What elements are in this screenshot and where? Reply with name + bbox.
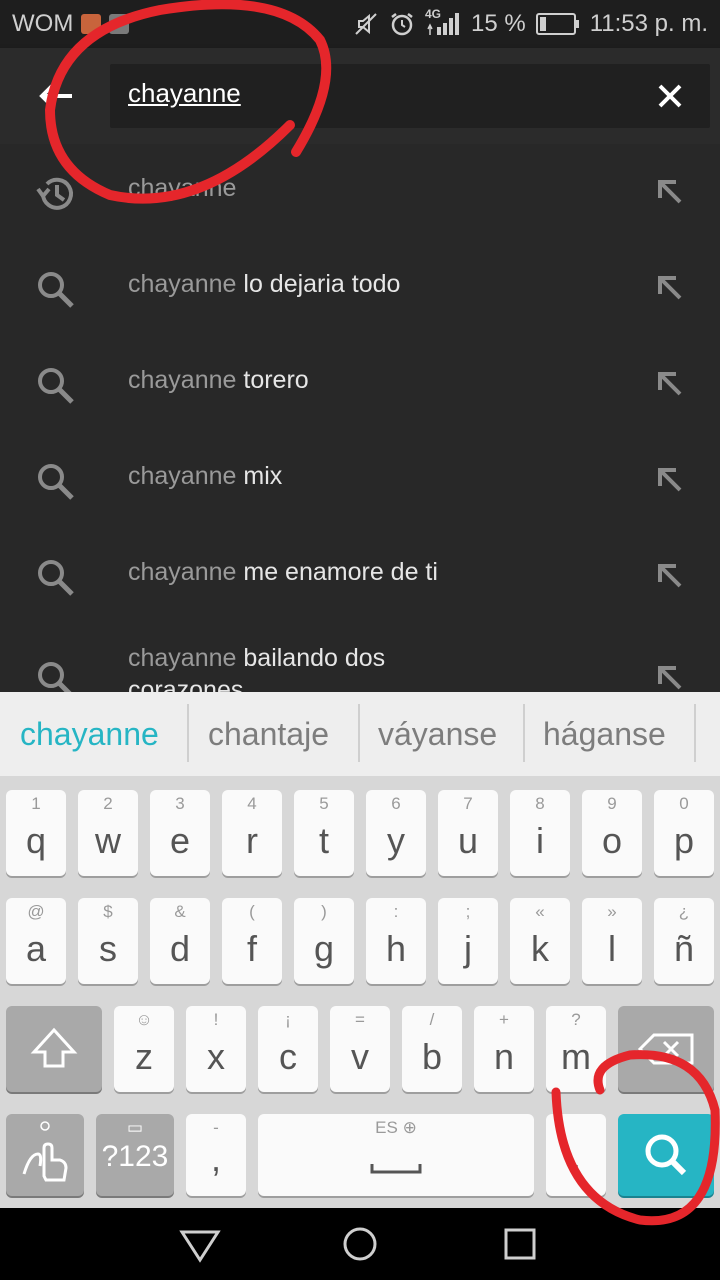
fill-query-arrow-icon[interactable] bbox=[656, 562, 684, 590]
suggestion-text: chayanne bailando dos bbox=[128, 644, 386, 672]
history-icon bbox=[36, 177, 73, 210]
clipboard-icon: ▭ bbox=[126, 1118, 144, 1137]
suggestion-text: chayanne me enamore de ti bbox=[128, 558, 438, 586]
suggestion-item[interactable]: chayanne bbox=[0, 144, 720, 240]
suggestion-text: chayanne mix bbox=[128, 462, 283, 490]
space-bar-icon bbox=[370, 1164, 422, 1174]
back-arrow-icon[interactable] bbox=[30, 70, 82, 122]
key-c[interactable]: ¡ c bbox=[258, 1006, 318, 1092]
word-suggestion[interactable]: chayanne bbox=[20, 716, 159, 753]
key-p[interactable]: 0p bbox=[654, 790, 714, 876]
key-a[interactable]: @ a bbox=[6, 898, 66, 984]
key-o[interactable]: 9o bbox=[582, 790, 642, 876]
search-input[interactable]: chayanne bbox=[128, 78, 241, 109]
notification-image-icon bbox=[109, 14, 130, 34]
fill-query-arrow-icon[interactable] bbox=[656, 274, 684, 302]
alarm-icon bbox=[391, 13, 413, 36]
search-action-key[interactable] bbox=[618, 1114, 714, 1196]
battery-percent: 15 % bbox=[471, 10, 526, 37]
back-nav-icon[interactable] bbox=[176, 1224, 224, 1264]
clock: 11:53 p. m. bbox=[589, 10, 708, 37]
fill-query-arrow-icon[interactable] bbox=[656, 466, 684, 494]
suggestion-text-line2: corazones bbox=[128, 676, 244, 692]
key-n[interactable]: + n bbox=[474, 1006, 534, 1092]
key-b[interactable]: / b bbox=[402, 1006, 462, 1092]
key-k[interactable]: «k bbox=[510, 898, 570, 984]
key-y[interactable]: 6y bbox=[366, 790, 426, 876]
key-u[interactable]: 7u bbox=[438, 790, 498, 876]
carrier-label: WOM bbox=[12, 10, 74, 37]
silent-mode-icon bbox=[355, 13, 377, 35]
suggestion-item[interactable]: chayanne torero bbox=[0, 336, 720, 432]
key-m[interactable]: ? m bbox=[546, 1006, 606, 1092]
search-icon bbox=[38, 662, 72, 692]
key-z[interactable]: ☺ z bbox=[114, 1006, 174, 1092]
key-s[interactable]: $ s bbox=[78, 898, 138, 984]
key-h[interactable]: :h bbox=[366, 898, 426, 984]
key-comma[interactable]: -, bbox=[186, 1114, 246, 1196]
suggestion-item[interactable]: chayanne bailando dos corazones bbox=[0, 624, 720, 692]
symbols-key[interactable]: ▭ ?123 bbox=[96, 1114, 174, 1196]
suggestion-text: chayanne bbox=[128, 174, 237, 202]
suggestion-text: chayanne torero bbox=[128, 366, 309, 394]
suggestion-text: chayanne lo dejaria todo bbox=[128, 270, 401, 298]
search-icon bbox=[38, 368, 74, 404]
keyboard: 1q 2w 3e 4r 5t 6y 7u 8i 9o 0p @ a $ s & d (… bbox=[0, 776, 720, 1208]
navigation-bar bbox=[0, 1208, 720, 1280]
key-g[interactable]: ) g bbox=[294, 898, 354, 984]
key-r[interactable]: 4r bbox=[222, 790, 282, 876]
key-q[interactable]: 1q bbox=[6, 790, 66, 876]
search-icon bbox=[645, 1134, 687, 1176]
key-x[interactable]: ! x bbox=[186, 1006, 246, 1092]
key-v[interactable]: = v bbox=[330, 1006, 390, 1092]
settings-gesture-key[interactable] bbox=[6, 1114, 84, 1196]
fill-query-arrow-icon[interactable] bbox=[656, 370, 684, 398]
key-period[interactable]: . bbox=[546, 1114, 606, 1196]
search-icon bbox=[38, 272, 74, 308]
word-suggestion[interactable]: háganse bbox=[543, 716, 666, 753]
key-j[interactable]: ; j bbox=[438, 898, 498, 984]
word-suggestion[interactable]: váyanse bbox=[378, 716, 497, 753]
key-d[interactable]: & d bbox=[150, 898, 210, 984]
battery-icon bbox=[535, 13, 579, 35]
search-icon bbox=[38, 464, 74, 500]
word-suggestion-bar: chayanne chantaje váyanse háganse bbox=[0, 692, 720, 776]
key-n-tilde[interactable]: ¿ ñ bbox=[654, 898, 714, 984]
status-bar: WOM 4G 15 % 11:53 p. m. bbox=[0, 0, 720, 48]
clear-search-icon[interactable] bbox=[654, 80, 686, 112]
divider bbox=[187, 704, 189, 762]
shift-icon bbox=[30, 1027, 78, 1068]
key-f[interactable]: (f bbox=[222, 898, 282, 984]
suggestion-item[interactable]: chayanne lo dejaria todo bbox=[0, 240, 720, 336]
suggestion-item[interactable]: chayanne mix bbox=[0, 432, 720, 528]
key-t[interactable]: 5t bbox=[294, 790, 354, 876]
network-signal-icon: 4G bbox=[425, 7, 461, 37]
key-e[interactable]: 3e bbox=[150, 790, 210, 876]
gesture-hand-icon bbox=[22, 1121, 68, 1182]
recents-nav-icon[interactable] bbox=[500, 1224, 540, 1264]
word-suggestion[interactable]: chantaje bbox=[208, 716, 329, 753]
search-icon bbox=[38, 560, 74, 596]
shift-key[interactable] bbox=[6, 1006, 102, 1092]
suggestion-list: chayanne chayanne lo dejaria todo chayan… bbox=[0, 144, 720, 692]
search-toolbar: chayanne bbox=[0, 48, 720, 144]
divider bbox=[358, 704, 360, 762]
backspace-icon bbox=[637, 1033, 694, 1065]
fill-query-arrow-icon[interactable] bbox=[656, 178, 684, 206]
fill-query-arrow-icon[interactable] bbox=[656, 664, 684, 692]
divider bbox=[523, 704, 525, 762]
divider bbox=[694, 704, 696, 762]
key-w[interactable]: 2w bbox=[78, 790, 138, 876]
search-field[interactable]: chayanne bbox=[110, 64, 710, 128]
notification-app-icon bbox=[81, 14, 102, 34]
key-i[interactable]: 8i bbox=[510, 790, 570, 876]
backspace-key[interactable] bbox=[618, 1006, 714, 1092]
key-l[interactable]: » l bbox=[582, 898, 642, 984]
home-nav-icon[interactable] bbox=[338, 1224, 382, 1264]
space-key[interactable]: ES ⊕ bbox=[258, 1114, 534, 1196]
suggestion-item[interactable]: chayanne me enamore de ti bbox=[0, 528, 720, 624]
